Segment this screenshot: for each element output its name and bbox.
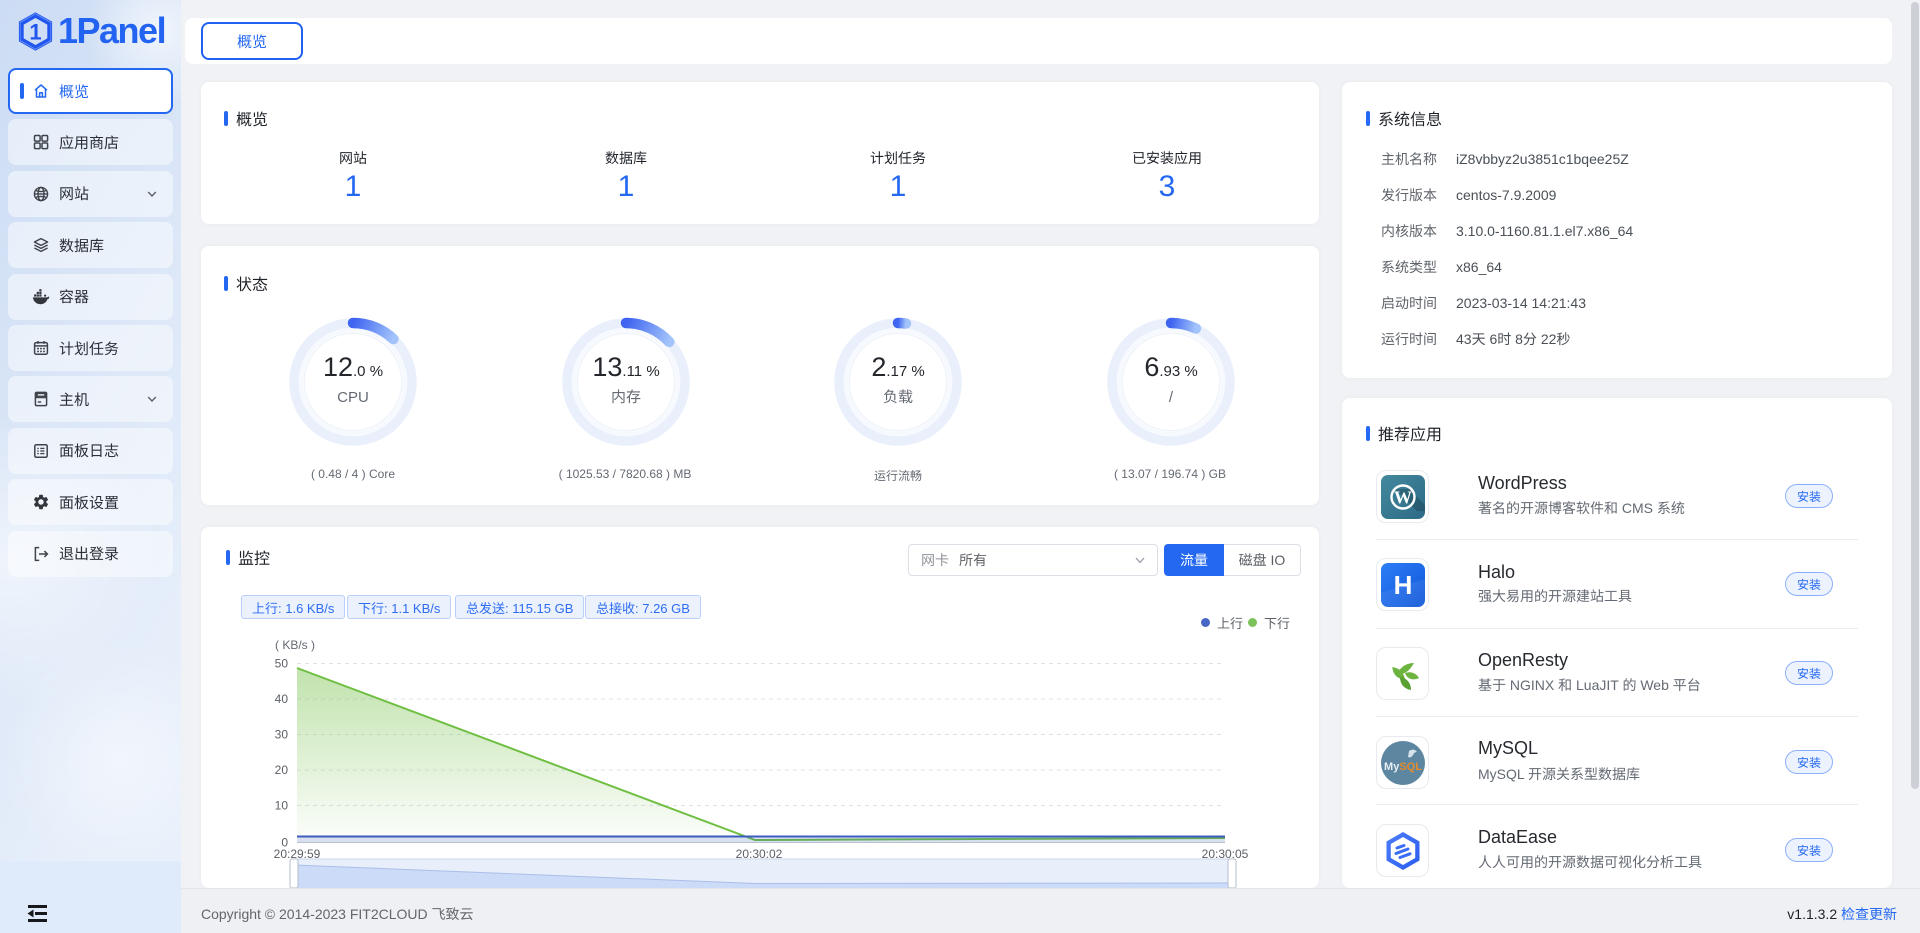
svg-text:1: 1 bbox=[29, 19, 41, 44]
svg-text:40: 40 bbox=[275, 692, 289, 706]
svg-text:CPU: CPU bbox=[337, 389, 369, 406]
svg-text:10: 10 bbox=[275, 799, 289, 813]
svg-text:H: H bbox=[1393, 570, 1412, 600]
svg-text:50: 50 bbox=[275, 657, 289, 671]
svg-text:20: 20 bbox=[275, 763, 289, 777]
svg-text:( KB/s ): ( KB/s ) bbox=[275, 638, 315, 652]
svg-text:内存: 内存 bbox=[610, 389, 640, 406]
svg-text:负载: 负载 bbox=[883, 389, 913, 406]
svg-text:MySQL: MySQL bbox=[1384, 761, 1422, 773]
svg-text:W: W bbox=[1394, 487, 1412, 507]
svg-text:30: 30 bbox=[275, 728, 289, 742]
